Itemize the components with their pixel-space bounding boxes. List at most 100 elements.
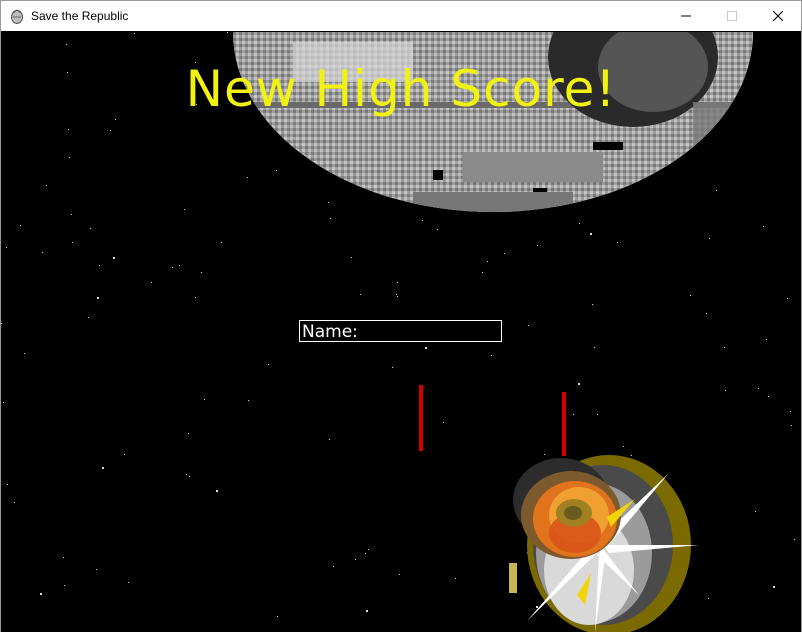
- star: [330, 218, 331, 219]
- star: [360, 294, 361, 295]
- star: [706, 313, 707, 314]
- star: [14, 502, 15, 503]
- star: [68, 129, 69, 130]
- star: [399, 574, 400, 575]
- star: [791, 425, 792, 426]
- explosion-sprite: [499, 445, 709, 632]
- star: [725, 390, 726, 391]
- star: [124, 454, 125, 455]
- star: [69, 157, 70, 158]
- close-button[interactable]: [755, 1, 801, 31]
- star: [579, 223, 580, 224]
- star: [528, 325, 529, 326]
- star: [42, 252, 43, 253]
- star: [102, 467, 104, 469]
- star: [179, 265, 180, 266]
- star: [97, 297, 99, 299]
- star: [189, 476, 190, 477]
- star: [333, 566, 334, 567]
- star: [46, 185, 47, 186]
- star: [396, 294, 397, 295]
- star: [491, 355, 492, 356]
- star: [787, 298, 788, 299]
- star: [172, 267, 173, 268]
- death-star-sprite: [233, 32, 753, 212]
- star: [72, 242, 73, 243]
- star: [590, 233, 592, 235]
- star: [134, 33, 135, 34]
- star: [455, 578, 456, 579]
- star: [195, 297, 196, 298]
- star: [1, 323, 2, 324]
- app-icon: [9, 8, 25, 24]
- title-bar[interactable]: Save the Republic: [1, 1, 801, 31]
- star: [110, 130, 111, 131]
- star: [716, 190, 717, 191]
- star: [186, 474, 187, 475]
- star: [597, 414, 598, 415]
- star: [355, 559, 356, 560]
- star: [690, 295, 691, 296]
- star: [397, 296, 398, 297]
- star: [24, 353, 25, 354]
- star: [365, 553, 366, 554]
- star: [504, 253, 505, 254]
- star: [573, 414, 574, 415]
- window-controls: [663, 1, 801, 31]
- star: [128, 582, 129, 583]
- star: [482, 272, 483, 273]
- star: [201, 272, 202, 273]
- star: [328, 202, 329, 203]
- star: [7, 484, 8, 485]
- star: [88, 317, 89, 318]
- name-label: Name:: [302, 322, 358, 342]
- star: [40, 593, 42, 595]
- minimize-icon: [681, 15, 691, 17]
- high-score-headline: New High Score!: [185, 60, 617, 118]
- name-input[interactable]: Name:: [299, 320, 502, 342]
- star: [758, 388, 759, 389]
- maximize-icon: [727, 11, 737, 21]
- star: [188, 433, 189, 434]
- star: [443, 422, 444, 423]
- star: [96, 569, 97, 570]
- star: [277, 616, 278, 617]
- star: [184, 209, 185, 210]
- star: [724, 347, 725, 348]
- star: [790, 411, 791, 412]
- laser-bolt: [419, 385, 423, 451]
- star: [63, 557, 64, 558]
- star: [3, 402, 4, 403]
- game-canvas[interactable]: New High Score! Name:: [1, 32, 801, 632]
- star: [594, 347, 595, 348]
- minimize-button[interactable]: [663, 1, 709, 31]
- star: [115, 119, 116, 120]
- star: [6, 247, 7, 248]
- star: [113, 257, 115, 259]
- game-window: Save the Republic New High Score! Name:: [0, 0, 802, 632]
- star: [268, 364, 269, 365]
- star: [204, 399, 205, 400]
- star: [351, 257, 352, 258]
- star: [422, 220, 423, 221]
- star: [227, 32, 228, 33]
- star: [247, 177, 248, 178]
- star: [766, 339, 767, 340]
- star: [437, 229, 438, 230]
- star: [216, 490, 218, 492]
- star: [425, 347, 427, 349]
- star: [709, 238, 710, 239]
- star: [537, 245, 538, 246]
- star: [151, 282, 152, 283]
- star: [329, 439, 330, 440]
- star: [64, 585, 65, 586]
- star: [392, 367, 393, 368]
- star: [768, 396, 769, 397]
- star: [20, 225, 21, 226]
- star: [578, 383, 580, 385]
- star: [368, 549, 369, 550]
- maximize-button[interactable]: [709, 1, 755, 31]
- star: [794, 539, 795, 540]
- window-title: Save the Republic: [31, 9, 129, 23]
- star: [248, 400, 249, 401]
